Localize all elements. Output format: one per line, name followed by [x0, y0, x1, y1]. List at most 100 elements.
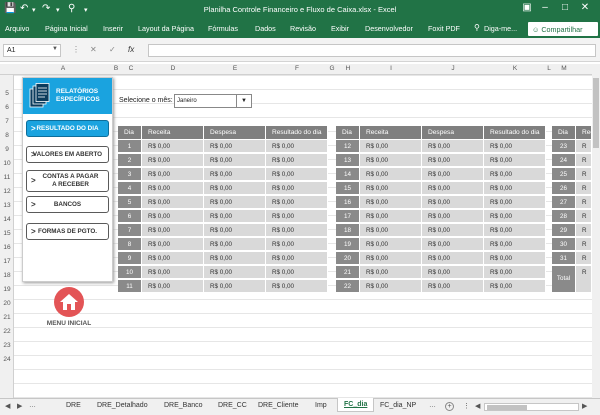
day-cell: 16 — [336, 196, 360, 209]
row-header[interactable]: 7 — [0, 118, 14, 125]
row-header[interactable]: 12 — [0, 188, 14, 195]
minimize-icon[interactable]: – — [538, 2, 552, 13]
formula-input[interactable] — [148, 44, 596, 57]
tab-dados[interactable]: Dados — [255, 24, 276, 33]
row-header[interactable]: 19 — [0, 286, 14, 293]
row-header[interactable]: 21 — [0, 314, 14, 321]
valores-em-aberto-button[interactable]: > VALORES EM ABERTO — [26, 146, 109, 163]
sheet-tab-imp[interactable]: Imp — [315, 402, 327, 409]
tell-me-search[interactable]: Diga-me... — [484, 24, 517, 33]
check-icon[interactable]: ✓ — [109, 45, 116, 54]
column-headers: A B C D E F G H I J K L M — [0, 64, 600, 75]
name-box[interactable]: A1 ▼ — [3, 44, 61, 57]
tab-desenvolvedor[interactable]: Desenvolvedor — [365, 24, 413, 33]
contas-pagar-receber-button[interactable]: > CONTAS A PAGAR A RECEBER — [26, 170, 109, 192]
tab-formulas[interactable]: Fórmulas — [208, 24, 238, 33]
day-cell: 25 — [552, 168, 576, 181]
row-header[interactable]: 13 — [0, 202, 14, 209]
day-cell: 5 — [118, 196, 142, 209]
row-header[interactable]: 23 — [0, 342, 14, 349]
prev-sheet-icon[interactable]: ◀ — [5, 402, 10, 410]
resultado-do-dia-button[interactable]: > RESULTADO DO DIA — [26, 120, 109, 137]
day-cell: 27 — [552, 196, 576, 209]
sheet-tab-dre-detalhado[interactable]: DRE_Detalhado — [97, 402, 148, 409]
row-header[interactable]: 5 — [0, 90, 14, 97]
share-button[interactable]: ☺ Compartilhar — [528, 22, 598, 36]
split-handle-icon[interactable]: ⋮ — [463, 402, 470, 410]
row-header[interactable]: 9 — [0, 146, 14, 153]
tab-revisao[interactable]: Revisão — [290, 24, 316, 33]
value-cell: R$ 0,00 — [204, 182, 266, 195]
row-header[interactable]: 20 — [0, 300, 14, 307]
col-header-f[interactable]: F — [266, 65, 328, 72]
scroll-thumb[interactable] — [593, 78, 599, 148]
month-select[interactable]: Janeiro ▼ — [174, 94, 252, 108]
home-button[interactable] — [54, 287, 84, 317]
menu-inicial-label[interactable]: MENU INICIAL — [40, 320, 98, 327]
day-cell: 17 — [336, 210, 360, 223]
chevron-down-icon[interactable]: ▼ — [236, 95, 251, 107]
day-cell: 13 — [336, 154, 360, 167]
col-header-h[interactable]: H — [336, 65, 360, 72]
chevron-down-icon[interactable]: ▼ — [52, 46, 58, 52]
bancos-button[interactable]: > BANCOS — [26, 196, 109, 213]
tab-foxit[interactable]: Foxit PDF — [428, 24, 460, 33]
ribbon-display-icon[interactable]: ▣ — [520, 2, 534, 13]
col-header-g[interactable]: G — [328, 65, 336, 72]
add-sheet-icon[interactable]: + — [445, 402, 454, 411]
window-title: Planilha Controle Financeiro e Fluxo de … — [203, 5, 397, 14]
row-header[interactable]: 8 — [0, 132, 14, 139]
close-icon[interactable]: ✕ — [578, 2, 592, 13]
next-sheet-icon[interactable]: ▶ — [17, 402, 22, 410]
value-cell: R$ 0,00 — [360, 252, 422, 265]
col-header-b[interactable]: B — [112, 65, 120, 72]
col-header-m[interactable]: M — [552, 65, 576, 72]
value-cell: R$ 0,00 — [360, 196, 422, 209]
row-header[interactable]: 6 — [0, 104, 14, 111]
sheet-tab-dre-cc[interactable]: DRE_CC — [218, 402, 247, 409]
row-header[interactable]: 16 — [0, 244, 14, 251]
col-header-k[interactable]: K — [484, 65, 546, 72]
sheet-tab-fc-dia-np[interactable]: FC_dia_NP — [380, 402, 416, 409]
row-header[interactable]: 10 — [0, 160, 14, 167]
tab-exibir[interactable]: Exibir — [331, 24, 349, 33]
formula-bar: A1 ▼ ⋮ ✕ ✓ fx — [0, 38, 600, 62]
row-header[interactable]: 15 — [0, 230, 14, 237]
col-header-e[interactable]: E — [204, 65, 266, 72]
row-header[interactable]: 17 — [0, 258, 14, 265]
horizontal-scrollbar[interactable] — [484, 403, 579, 411]
value-cell: R$ 0,00 — [266, 196, 328, 209]
fx-icon[interactable]: fx — [128, 45, 134, 54]
scroll-left-icon[interactable]: ◀ — [475, 402, 480, 410]
sheet-tab-dre-banco[interactable]: DRE_Banco — [164, 402, 203, 409]
more-sheets-icon[interactable]: … — [429, 402, 436, 409]
horizontal-scroll-thumb[interactable] — [487, 405, 527, 410]
row-header[interactable]: 18 — [0, 272, 14, 279]
more-sheets-icon[interactable]: … — [29, 402, 36, 409]
tab-arquivo[interactable]: Arquivo — [5, 24, 29, 33]
maximize-icon[interactable]: □ — [558, 2, 572, 13]
tab-inserir[interactable]: Inserir — [103, 24, 123, 33]
day-cell: 4 — [118, 182, 142, 195]
sheet-tab-dre[interactable]: DRE — [66, 402, 81, 409]
value-cell: R$ 0,00 — [484, 224, 546, 237]
value-cell: R$ 0,00 — [266, 238, 328, 251]
tab-layout[interactable]: Layout da Página — [138, 24, 194, 33]
row-header[interactable]: 24 — [0, 356, 14, 363]
col-header-a[interactable]: A — [14, 65, 112, 72]
tab-pagina-inicial[interactable]: Página Inicial — [45, 24, 88, 33]
col-header-j[interactable]: J — [422, 65, 484, 72]
sheet-tab-dre-cliente[interactable]: DRE_Cliente — [258, 402, 298, 409]
vertical-scrollbar[interactable] — [592, 64, 600, 398]
value-cell: R$ 0,00 — [484, 196, 546, 209]
row-header[interactable]: 11 — [0, 174, 14, 181]
scroll-right-icon[interactable]: ▶ — [582, 402, 587, 410]
row-header[interactable]: 22 — [0, 328, 14, 335]
col-header-d[interactable]: D — [142, 65, 204, 72]
sheet-tab-fc-dia[interactable]: FC_dia — [337, 398, 375, 412]
col-header-i[interactable]: I — [360, 65, 422, 72]
cancel-icon[interactable]: ✕ — [90, 45, 97, 54]
col-header-c[interactable]: C — [120, 65, 142, 72]
row-header[interactable]: 14 — [0, 216, 14, 223]
formas-de-pgto-button[interactable]: > FORMAS DE PGTO. — [26, 223, 109, 240]
